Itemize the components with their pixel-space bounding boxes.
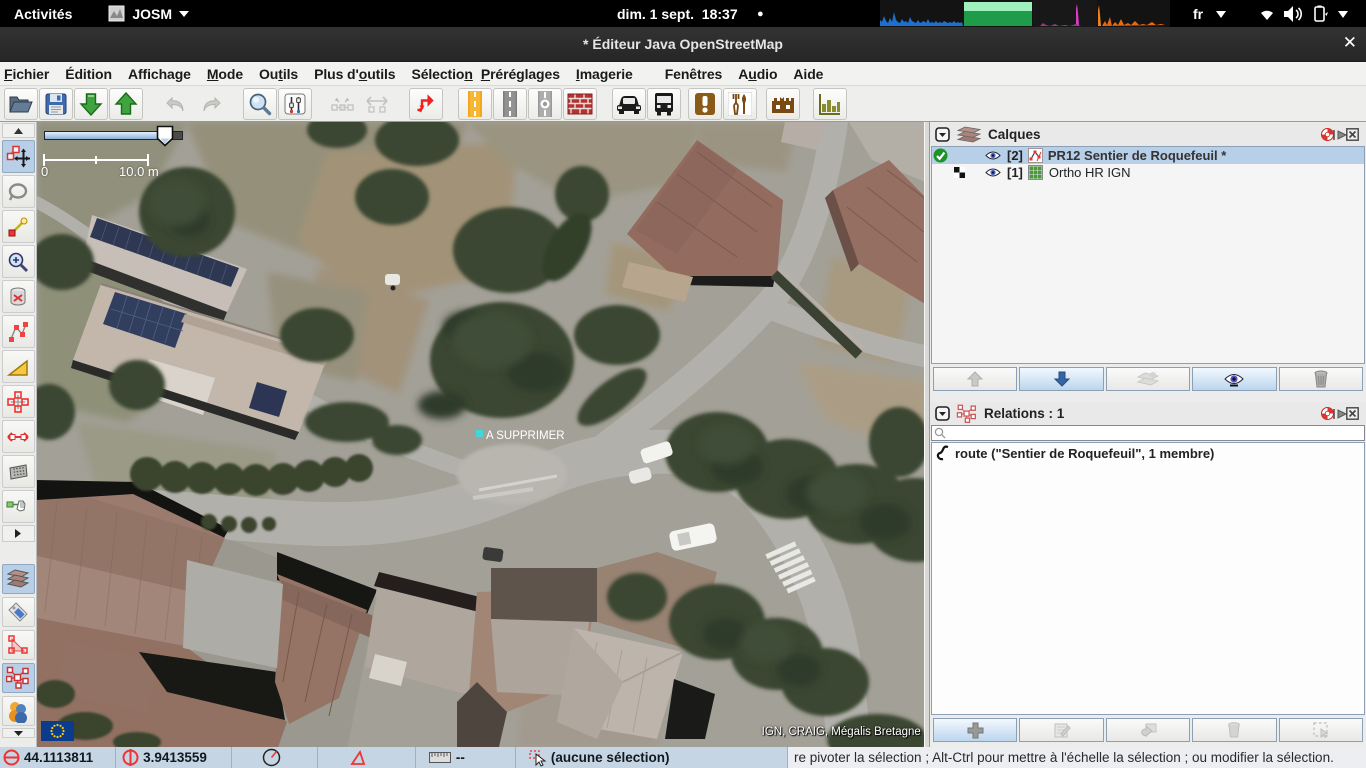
svg-text:A SUPPRIMER: A SUPPRIMER [486,430,565,442]
